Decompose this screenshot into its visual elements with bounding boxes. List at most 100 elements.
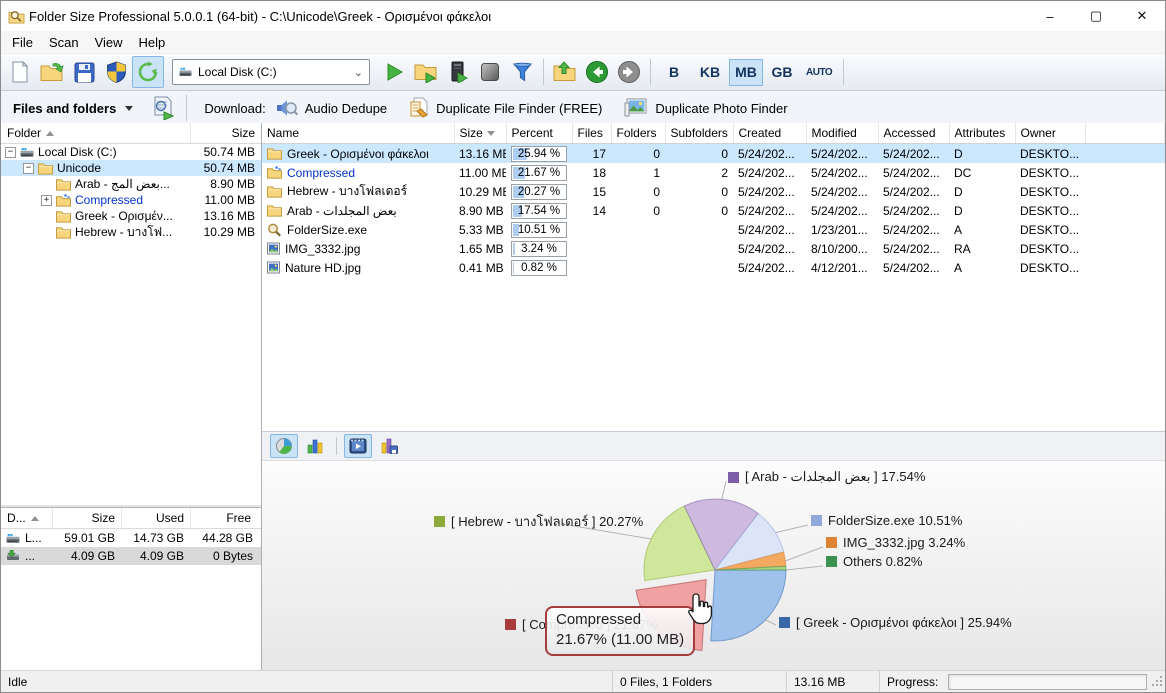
folder-up-button[interactable] (549, 56, 581, 88)
unit-button-b[interactable]: B (657, 59, 691, 86)
collapse-icon[interactable]: − (23, 163, 34, 174)
chart-animation-button[interactable] (344, 434, 372, 458)
file-row[interactable]: Compressed11.00 MB21.67 %18125/24/202...… (262, 163, 1165, 182)
unit-button-auto[interactable]: AUTO (801, 59, 837, 86)
menu-file[interactable]: File (4, 33, 41, 52)
column-header-created[interactable]: Created (733, 123, 806, 144)
scan-computer-button[interactable] (442, 56, 474, 88)
column-header-percent[interactable]: Percent (506, 123, 572, 144)
percent-bar: 17.54 % (511, 203, 567, 219)
expand-icon[interactable]: + (41, 195, 52, 206)
tree-item-hebrew-[interactable]: Hebrew - บางโฟ...10.29 MB (1, 224, 261, 240)
column-header-subfolders[interactable]: Subfolders (665, 123, 733, 144)
file-created: 5/24/202... (733, 163, 806, 182)
menu-scan[interactable]: Scan (41, 33, 87, 52)
save-chart-button[interactable] (375, 434, 403, 458)
column-header-accessed[interactable]: Accessed (878, 123, 949, 144)
file-row[interactable]: FolderSize.exe5.33 MB10.51 %5/24/202...1… (262, 220, 1165, 239)
file-created: 5/24/202... (733, 201, 806, 220)
column-header-attributes[interactable]: Attributes (949, 123, 1015, 144)
column-header-size[interactable]: Size (454, 123, 506, 144)
start-scan-button[interactable] (378, 56, 410, 88)
menu-bar: FileScanViewHelp (1, 31, 1165, 53)
file-files: 17 (572, 144, 611, 164)
new-scan-button[interactable] (4, 56, 36, 88)
maximize-button[interactable]: ▢ (1073, 1, 1119, 31)
admin-shield-icon[interactable] (100, 56, 132, 88)
forward-button[interactable] (613, 56, 645, 88)
tree-item-unicode[interactable]: −Unicode50.74 MB (1, 160, 261, 176)
close-button[interactable]: ✕ (1119, 1, 1165, 31)
drive-row[interactable]: L...59.01 GB14.73 GB44.28 GB (1, 529, 261, 547)
percent-value: 3.24 % (512, 242, 566, 256)
main-content: Folder Size −Local Disk (C:)50.74 MB−Uni… (1, 123, 1165, 671)
column-header-owner[interactable]: Owner (1015, 123, 1085, 144)
file-folders: 1 (611, 163, 665, 182)
collapse-icon[interactable]: − (5, 147, 16, 158)
column-header-files[interactable]: Files (572, 123, 611, 144)
open-button[interactable] (36, 56, 68, 88)
tree-item-compressed[interactable]: +Compressed11.00 MB (1, 192, 261, 208)
file-created: 5/24/202... (733, 239, 806, 258)
column-header-folders[interactable]: Folders (611, 123, 665, 144)
tree-header-folder[interactable]: Folder (1, 123, 191, 143)
percent-bar: 0.82 % (511, 260, 567, 276)
left-panel: Folder Size −Local Disk (C:)50.74 MB−Uni… (1, 123, 262, 671)
pie-chart-view-button[interactable] (270, 434, 298, 458)
drives-header-size[interactable]: Size (53, 508, 122, 528)
drive-row[interactable]: ...4.09 GB4.09 GB0 Bytes (1, 547, 261, 565)
refresh-button[interactable] (132, 56, 164, 88)
file-row[interactable]: Nature HD.jpg0.41 MB0.82 %5/24/202...4/1… (262, 258, 1165, 277)
column-header-label: Modified (812, 126, 857, 140)
pie-chart-svg (262, 461, 1165, 671)
pie-label-foldersize: FolderSize.exe 10.51% (811, 513, 962, 528)
stop-scan-button[interactable] (474, 56, 506, 88)
file-row[interactable]: Hebrew - บางโฟลเดอร์10.29 MB20.27 %15005… (262, 182, 1165, 201)
file-subfolders (665, 239, 733, 258)
unit-button-gb[interactable]: GB (765, 59, 799, 86)
legend-square-icon (434, 516, 445, 527)
status-counts: 0 Files, 1 Folders (613, 671, 787, 692)
tree-item-arab-[interactable]: Arab - بعض المج‎...8.90 MB (1, 176, 261, 192)
tree-item-size: 50.74 MB (185, 145, 261, 159)
tree-header-size[interactable]: Size (191, 123, 261, 143)
file-files: 14 (572, 201, 611, 220)
menu-help[interactable]: Help (131, 33, 174, 52)
percent-value: 20.27 % (512, 185, 566, 199)
pie-label-arab: [ Arab - بعض المجلدات ] 17.54% (728, 469, 925, 485)
file-subfolders: 0 (665, 182, 733, 201)
column-header-label: Subfolders (671, 126, 728, 140)
drives-header-used[interactable]: Used (122, 508, 191, 528)
drives-header-label: Free (226, 511, 251, 525)
tree-item-label: Local Disk (C:) (38, 145, 185, 159)
column-header-name[interactable]: Name (262, 123, 454, 144)
scan-folder-button[interactable] (410, 56, 442, 88)
unit-button-mb[interactable]: MB (729, 59, 763, 86)
drives-header-free[interactable]: Free (191, 508, 257, 528)
image-icon (267, 261, 280, 274)
duplicate-file-finder-link[interactable]: Duplicate File Finder (FREE) (409, 97, 602, 119)
pie-slice-greek[interactable] (711, 570, 786, 641)
column-header-modified[interactable]: Modified (806, 123, 878, 144)
file-accessed: 5/24/202... (878, 182, 949, 201)
duplicate-photo-finder-link[interactable]: Duplicate Photo Finder (624, 98, 787, 118)
drive-selector[interactable]: Local Disk (C:) ⌄ (172, 59, 370, 85)
bar-chart-view-button[interactable] (301, 434, 329, 458)
menu-view[interactable]: View (87, 33, 131, 52)
drives-header-d[interactable]: D... (1, 508, 53, 528)
resize-grip-icon[interactable] (1151, 675, 1164, 691)
unit-button-kb[interactable]: KB (693, 59, 727, 86)
filter-button[interactable] (506, 56, 538, 88)
files-and-folders-dropdown[interactable]: Files and folders (13, 101, 116, 116)
save-button[interactable] (68, 56, 100, 88)
file-row[interactable]: IMG_3332.jpg1.65 MB3.24 %5/24/202...8/10… (262, 239, 1165, 258)
file-row[interactable]: Arab - بعض المجلدات8.90 MB17.54 %14005/2… (262, 201, 1165, 220)
audio-dedupe-link[interactable]: Audio Dedupe (276, 98, 387, 118)
file-row[interactable]: Greek - Ορισμένοι φάκελοι13.16 MB25.94 %… (262, 144, 1165, 164)
export-report-button[interactable] (153, 96, 175, 120)
drive-label: ... (25, 549, 35, 563)
minimize-button[interactable]: – (1027, 1, 1073, 31)
drive-size: 4.09 GB (53, 549, 122, 563)
tree-item-local-disk-c-[interactable]: − Local Disk (C:)50.74 MB (1, 144, 261, 160)
back-button[interactable] (581, 56, 613, 88)
